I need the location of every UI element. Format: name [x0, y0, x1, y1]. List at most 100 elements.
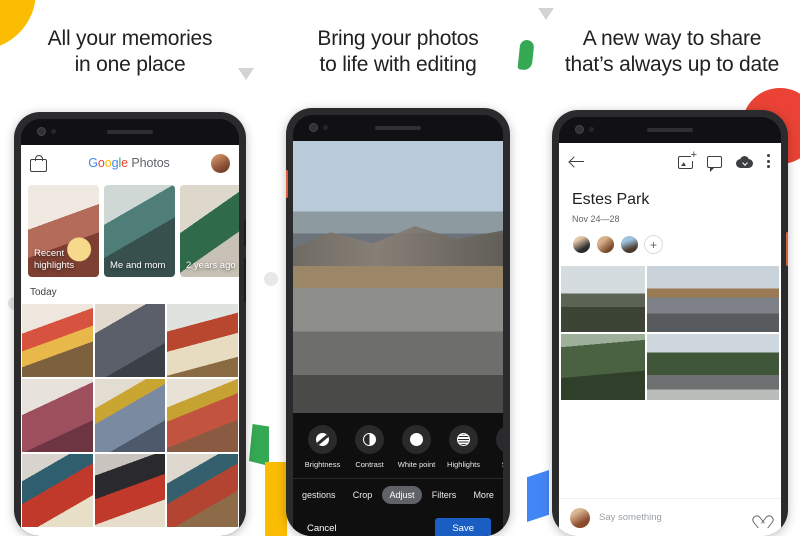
phone-bezel	[559, 117, 781, 143]
photo-thumbnail[interactable]	[22, 454, 93, 527]
sensor-icon	[51, 129, 56, 134]
section-header-today: Today	[30, 287, 57, 298]
comment-icon[interactable]	[707, 156, 722, 172]
tool-label: Shad	[487, 460, 503, 469]
photo-thumbnail[interactable]	[22, 379, 93, 452]
member-avatar[interactable]	[620, 235, 639, 254]
phone-screen-frame: Brightness Contrast White point Highligh…	[293, 115, 503, 536]
logo-letter: G	[88, 156, 98, 170]
photo-grid[interactable]	[21, 304, 239, 527]
contrast-icon	[355, 425, 384, 454]
photo-thumbnail[interactable]	[94, 454, 166, 527]
front-camera-icon	[309, 123, 318, 132]
heart-icon[interactable]	[756, 511, 770, 524]
album-screen: Estes Park Nov 24—28 + Say something	[559, 143, 781, 536]
photo-thumbnail[interactable]	[167, 304, 238, 377]
album-photo-grid[interactable]	[559, 266, 781, 400]
add-photos-icon[interactable]	[678, 149, 697, 169]
photo-preview[interactable]	[293, 141, 503, 413]
cloud-download-icon[interactable]	[736, 155, 753, 169]
headline-line: Bring your photos	[317, 27, 479, 50]
headline-memories: All your memories in one place	[18, 26, 242, 78]
tool-label: Contrast	[355, 460, 384, 469]
editor-actions: Cancel Save	[293, 511, 503, 536]
phone-bezel	[293, 115, 503, 141]
tool-contrast[interactable]: Contrast	[346, 425, 393, 469]
white-point-icon	[402, 425, 431, 454]
tool-highlights[interactable]: Highlights	[440, 425, 487, 469]
tab-suggestions[interactable]: gestions	[295, 486, 343, 504]
sensor-icon	[589, 127, 594, 132]
phone-screen-frame: Google Photos Recent highlights Me and m…	[21, 119, 239, 536]
shopping-bag-icon[interactable]	[30, 154, 47, 172]
cancel-button[interactable]: Cancel	[307, 523, 337, 534]
tool-shadows[interactable]: Shad	[487, 425, 503, 469]
album-toolbar	[559, 143, 781, 172]
phone-screen-frame: Estes Park Nov 24—28 + Say something	[559, 117, 781, 536]
album-members: +	[559, 224, 781, 266]
photo-thumbnail[interactable]	[167, 454, 238, 527]
headline-sharing: A new way to share that’s always up to d…	[556, 26, 788, 78]
logo-letter: e	[121, 156, 129, 170]
memories-carousel[interactable]: Recent highlights Me and mom 2 years ago	[21, 181, 239, 277]
phone-mockup-editor: Brightness Contrast White point Highligh…	[286, 108, 510, 536]
tool-label: White point	[397, 460, 436, 469]
photo-thumbnail[interactable]	[647, 334, 779, 400]
green-parallelogram-shape	[249, 424, 269, 466]
tool-brightness[interactable]: Brightness	[299, 425, 346, 469]
album-date-range: Nov 24—28	[572, 214, 620, 224]
green-comma-shape	[517, 39, 535, 71]
earpiece-speaker	[107, 130, 153, 134]
tab-adjust[interactable]: Adjust	[382, 486, 422, 504]
headline-line: that’s always up to date	[564, 53, 780, 76]
yellow-rectangle-shape	[265, 462, 287, 536]
more-options-icon[interactable]	[767, 153, 771, 169]
photo-thumbnail[interactable]	[647, 266, 779, 332]
editor-screen: Brightness Contrast White point Highligh…	[293, 141, 503, 536]
edit-panel: Brightness Contrast White point Highligh…	[293, 413, 503, 536]
tool-label: Brightness	[304, 460, 341, 469]
tab-crop[interactable]: Crop	[346, 486, 380, 504]
back-arrow-icon[interactable]	[569, 153, 585, 169]
avatar[interactable]	[211, 153, 230, 173]
front-camera-icon	[37, 127, 46, 136]
phone-side-button	[786, 232, 788, 266]
memory-card[interactable]: Recent highlights	[28, 185, 99, 277]
blue-parallelogram-shape	[527, 470, 549, 522]
photo-thumbnail[interactable]	[94, 379, 166, 452]
album-title: Estes Park	[572, 191, 650, 208]
earpiece-speaker	[375, 126, 421, 130]
promo-screenshot: All your memories in one place Bring you…	[0, 0, 800, 536]
memory-card-label: 2 years ago	[186, 259, 236, 271]
memory-card[interactable]: Me and mom	[104, 185, 175, 277]
tab-more[interactable]: More	[466, 486, 501, 504]
photo-thumbnail[interactable]	[561, 334, 645, 400]
logo-product-name: Photos	[128, 156, 170, 170]
comment-input[interactable]: Say something	[599, 512, 747, 523]
editor-tabs[interactable]: gestions Crop Adjust Filters More	[293, 478, 503, 511]
photo-thumbnail[interactable]	[22, 304, 93, 377]
member-avatar[interactable]	[572, 235, 591, 254]
phone-bezel	[21, 119, 239, 145]
tab-filters[interactable]: Filters	[425, 486, 464, 504]
add-member-button[interactable]: +	[644, 235, 663, 254]
photo-thumbnail[interactable]	[94, 304, 166, 377]
headline-line: A new way to share	[582, 27, 762, 50]
phone-mockup-library: Google Photos Recent highlights Me and m…	[14, 112, 246, 536]
grey-triangle-icon	[538, 8, 554, 20]
memory-card[interactable]: 2 years ago	[180, 185, 239, 277]
adjust-tools-row[interactable]: Brightness Contrast White point Highligh…	[293, 421, 503, 478]
member-avatar[interactable]	[596, 235, 615, 254]
tool-white-point[interactable]: White point	[393, 425, 440, 469]
avatar	[570, 507, 590, 528]
tool-label: Highlights	[447, 460, 480, 469]
phone-side-button	[244, 220, 246, 246]
save-button[interactable]: Save	[435, 518, 491, 536]
headline-editing: Bring your photos to life with editing	[286, 26, 510, 78]
phone-side-button	[286, 170, 288, 198]
headline-line: to life with editing	[319, 53, 477, 76]
headline-line: in one place	[74, 53, 186, 76]
photo-thumbnail[interactable]	[167, 379, 238, 452]
photo-thumbnail[interactable]	[561, 266, 645, 332]
library-screen: Google Photos Recent highlights Me and m…	[21, 145, 239, 536]
